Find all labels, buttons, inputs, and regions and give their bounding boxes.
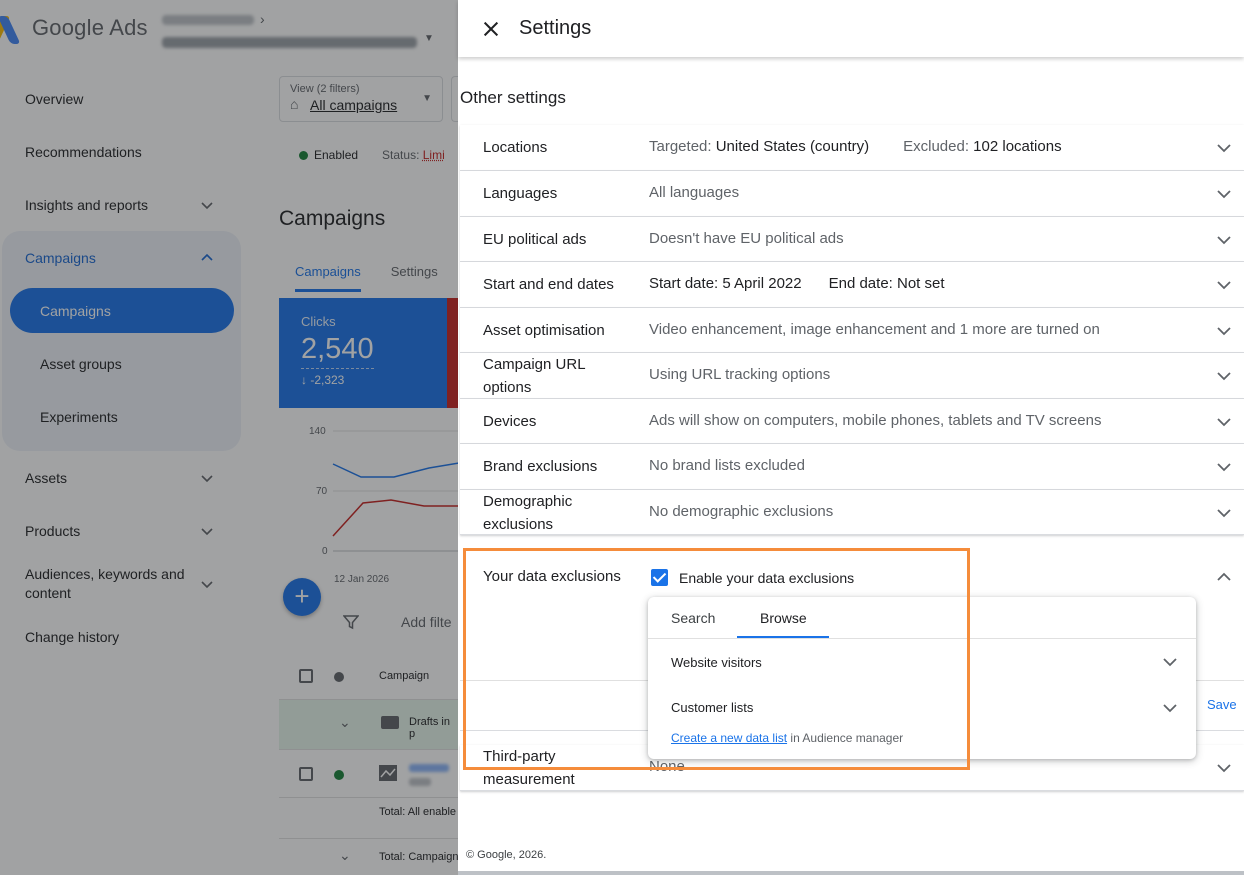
setting-label: Devices: [483, 413, 537, 430]
create-data-list-text: Create a new data list in Audience manag…: [671, 731, 903, 745]
setting-label: Asset optimisation: [483, 322, 605, 339]
tab-search[interactable]: Search: [671, 610, 715, 626]
setting-label: Third-party measurement: [483, 748, 575, 788]
setting-label: EU political ads: [483, 231, 587, 248]
enable-data-exclusions-checkbox[interactable]: [651, 569, 668, 586]
setting-row-demographic-exclusions[interactable]: Demographic exclusions No demographic ex…: [460, 490, 1244, 535]
targeted-label: Targeted:: [649, 138, 712, 155]
excluded-value: 102 locations: [973, 138, 1062, 155]
setting-label: Languages: [483, 185, 558, 202]
start-date: Start date: 5 April 2022: [649, 275, 802, 292]
end-date: End date: Not set: [828, 275, 945, 292]
expand-chevron-icon[interactable]: [1216, 414, 1232, 430]
setting-value: No demographic exclusions: [649, 503, 834, 520]
expand-chevron-icon[interactable]: [1216, 232, 1232, 248]
setting-row-campaign-url-options[interactable]: Campaign URL options Using URL tracking …: [460, 353, 1244, 399]
close-icon[interactable]: [479, 17, 503, 41]
expand-chevron-icon[interactable]: [1216, 186, 1232, 202]
checkbox-label: Enable your data exclusions: [679, 569, 855, 586]
expand-chevron-icon[interactable]: [1216, 505, 1232, 521]
setting-row-eu-political-ads[interactable]: EU political ads Doesn't have EU politic…: [460, 217, 1244, 262]
browse-item-customer-lists[interactable]: Customer lists: [671, 700, 753, 715]
setting-value: Video enhancement, image enhancement and…: [649, 321, 1100, 338]
picker-tabs: Search Browse: [648, 597, 1196, 639]
targeted-value: United States (country): [715, 138, 870, 155]
setting-value: All languages: [649, 184, 740, 201]
setting-value: No brand lists excluded: [649, 457, 805, 474]
panel-header: Settings: [458, 0, 1244, 57]
setting-value: None: [649, 758, 685, 775]
setting-label: Demographic exclusions: [483, 493, 573, 533]
setting-label: Locations: [483, 139, 548, 156]
link-suffix: in Audience manager: [787, 731, 904, 745]
setting-value: Targeted: United States (country) Exclude…: [649, 138, 1062, 155]
expand-chevron-icon[interactable]: [1216, 277, 1232, 293]
excluded-label: Excluded:: [903, 138, 969, 155]
expand-chevron-icon[interactable]: [1216, 459, 1232, 475]
setting-row-devices[interactable]: Devices Ads will show on computers, mobi…: [460, 399, 1244, 444]
data-list-picker-popup: Search Browse Website visitors Customer …: [648, 597, 1196, 759]
setting-row-languages[interactable]: Languages All languages: [460, 171, 1244, 217]
save-button[interactable]: Save: [1207, 697, 1237, 712]
horizontal-scrollbar[interactable]: [458, 871, 1244, 875]
section-heading: Other settings: [460, 88, 566, 107]
expand-chevron-icon[interactable]: [1216, 140, 1232, 156]
browse-item-website-visitors[interactable]: Website visitors: [671, 655, 762, 670]
setting-row-start-end-dates[interactable]: Start and end dates Start date: 5 April …: [460, 262, 1244, 308]
setting-row-locations[interactable]: Locations Targeted: United States (count…: [460, 125, 1244, 171]
setting-row-brand-exclusions[interactable]: Brand exclusions No brand lists excluded: [460, 444, 1244, 490]
setting-value: Ads will show on computers, mobile phone…: [649, 412, 1102, 429]
footer-copyright: © Google, 2026.: [466, 849, 547, 861]
panel-title: Settings: [519, 17, 592, 39]
setting-value: Start date: 5 April 2022 End date: Not se…: [649, 275, 945, 292]
active-tab-indicator: [737, 636, 829, 638]
setting-value: Using URL tracking options: [649, 366, 831, 383]
setting-label: Brand exclusions: [483, 458, 598, 475]
expand-chevron-icon[interactable]: [1216, 760, 1232, 776]
setting-row-asset-optimisation[interactable]: Asset optimisation Video enhancement, im…: [460, 308, 1244, 353]
setting-label: Your data exclusions: [483, 568, 621, 585]
create-data-list-link[interactable]: Create a new data list: [671, 731, 787, 745]
collapse-chevron-icon[interactable]: [1216, 569, 1232, 585]
chevron-down-icon[interactable]: [1162, 654, 1178, 670]
setting-label: Start and end dates: [483, 276, 614, 293]
setting-value: Doesn't have EU political ads: [649, 230, 844, 247]
chevron-down-icon[interactable]: [1162, 700, 1178, 716]
expand-chevron-icon[interactable]: [1216, 323, 1232, 339]
setting-label: Campaign URL options: [483, 356, 585, 396]
expand-chevron-icon[interactable]: [1216, 368, 1232, 384]
enable-data-exclusions-row[interactable]: Enable your data exclusions: [651, 569, 854, 586]
tab-browse[interactable]: Browse: [760, 610, 807, 626]
